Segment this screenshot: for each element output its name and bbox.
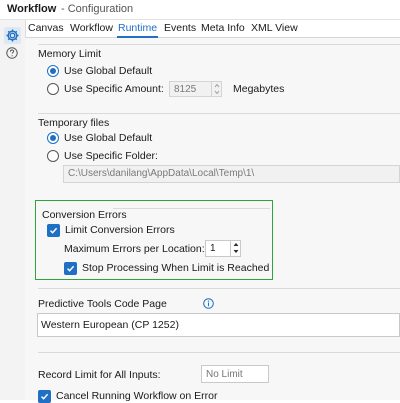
temp-global-label[interactable]: Use Global Default — [64, 132, 152, 144]
title-bar: Workflow - Configuration — [0, 0, 400, 20]
tab-events[interactable]: Events — [164, 22, 196, 34]
tab-runtime[interactable]: Runtime — [116, 22, 159, 38]
stop-processing-label[interactable]: Stop Processing When Limit is Reached — [82, 262, 269, 274]
tab-xml-view[interactable]: XML View — [251, 22, 298, 34]
tab-bar: Canvas Workflow Runtime Events Meta Info… — [25, 20, 400, 38]
record-limit-input[interactable] — [201, 365, 269, 383]
gear-icon[interactable] — [4, 27, 21, 44]
group-divider — [38, 44, 400, 45]
checkmark-icon — [66, 265, 75, 272]
tab-meta-info[interactable]: Meta Info — [201, 22, 245, 34]
limit-conversion-checkbox[interactable] — [47, 224, 60, 237]
temp-global-radio[interactable] — [47, 132, 59, 144]
max-errors-stepper[interactable] — [231, 240, 241, 257]
memory-unit-label: Megabytes — [233, 83, 285, 95]
help-circle-icon[interactable] — [6, 47, 18, 59]
tab-canvas[interactable]: Canvas — [28, 22, 64, 34]
spin-up-icon[interactable] — [232, 241, 240, 248]
cancel-on-error-label[interactable]: Cancel Running Workflow on Error — [56, 390, 217, 402]
temp-files-heading: Temporary files — [38, 117, 110, 129]
group-divider — [113, 208, 270, 209]
predictive-heading: Predictive Tools Code Page — [38, 298, 167, 310]
info-icon[interactable] — [203, 298, 214, 309]
sidebar — [0, 20, 26, 400]
checkmark-icon — [49, 227, 58, 234]
tab-workflow[interactable]: Workflow — [70, 22, 113, 34]
code-page-value: Western European (CP 1252) — [41, 319, 179, 331]
group-divider — [38, 288, 400, 289]
limit-conversion-label[interactable]: Limit Conversion Errors — [65, 224, 175, 236]
temp-folder-field[interactable]: C:\Users\danilang\AppData\Local\Temp\1\ — [63, 165, 400, 183]
memory-specific-radio[interactable] — [47, 83, 59, 95]
max-errors-field[interactable]: 1 — [205, 240, 231, 257]
group-divider — [38, 352, 400, 353]
memory-specific-label[interactable]: Use Specific Amount: — [64, 83, 164, 95]
memory-limit-heading: Memory Limit — [38, 48, 102, 60]
spin-down-icon[interactable] — [213, 89, 221, 96]
spin-down-icon[interactable] — [232, 248, 240, 255]
cancel-on-error-checkbox[interactable] — [38, 390, 51, 403]
runtime-panel: Memory Limit Use Global Default Use Spec… — [25, 38, 400, 403]
conversion-errors-heading: Conversion Errors — [42, 209, 127, 221]
spin-up-icon[interactable] — [213, 82, 221, 89]
window-subtitle: - Configuration — [61, 3, 134, 15]
group-divider — [38, 113, 400, 114]
stop-processing-checkbox[interactable] — [64, 262, 77, 275]
memory-global-label[interactable]: Use Global Default — [64, 65, 152, 77]
code-page-select[interactable]: Western European (CP 1252) — [37, 313, 400, 337]
memory-global-radio[interactable] — [47, 65, 59, 77]
memory-amount-stepper[interactable] — [212, 81, 222, 97]
max-errors-label: Maximum Errors per Location: — [64, 243, 205, 255]
memory-amount-field[interactable]: 8125 — [169, 81, 212, 97]
temp-specific-label[interactable]: Use Specific Folder: — [64, 150, 158, 162]
record-limit-label: Record Limit for All Inputs: — [38, 369, 161, 381]
window-title: Workflow — [7, 3, 57, 15]
temp-specific-radio[interactable] — [47, 150, 59, 162]
